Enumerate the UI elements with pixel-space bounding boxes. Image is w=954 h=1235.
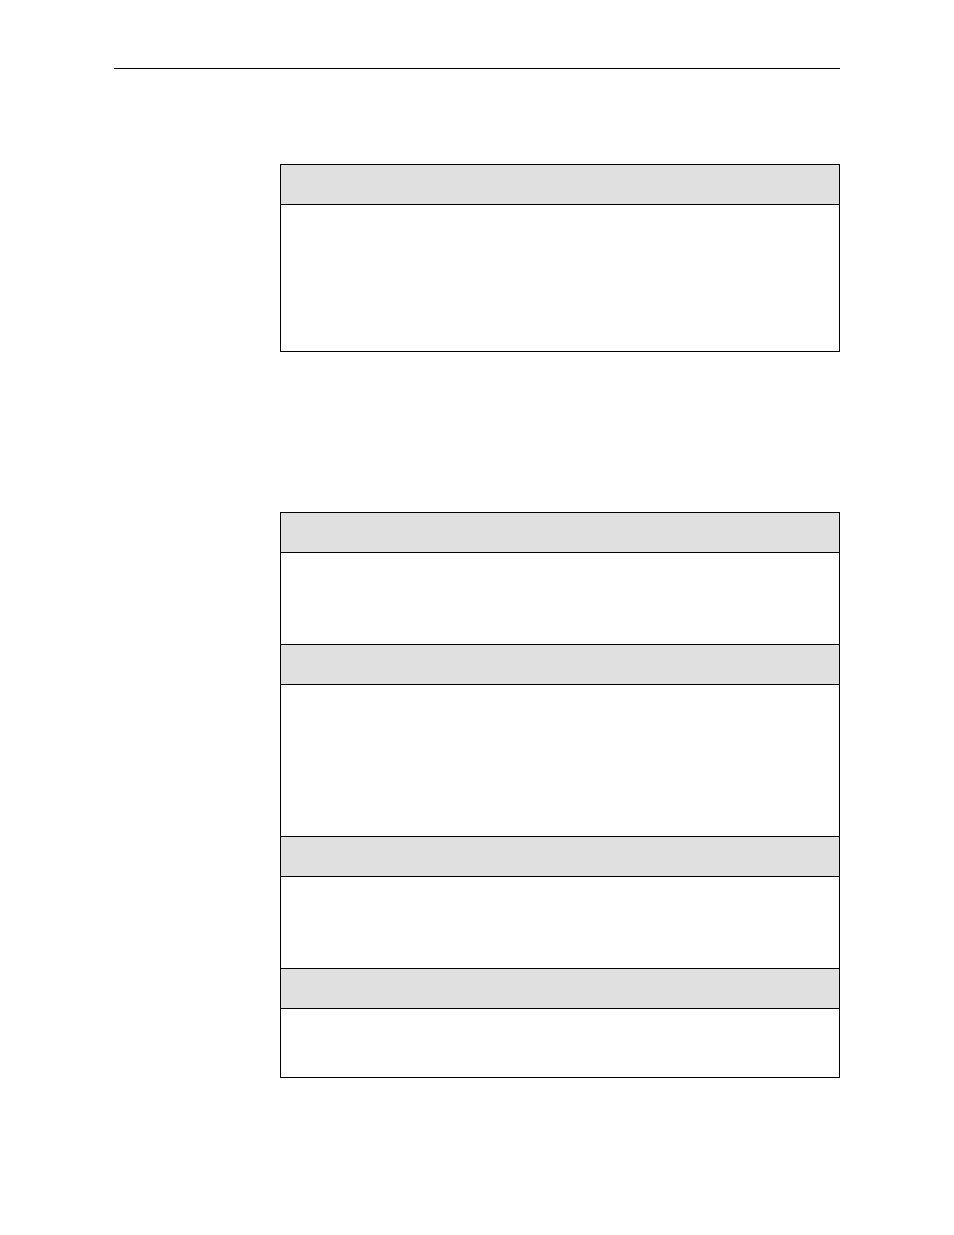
section-2: [114, 512, 840, 1078]
table-2-body-2: [281, 685, 839, 837]
table-2: [280, 512, 840, 1078]
table-2-header-2: [281, 645, 839, 685]
table-2-header-4: [281, 969, 839, 1009]
document-page: [0, 0, 954, 1235]
table-2-header-1: [281, 513, 839, 553]
table-1: [280, 164, 840, 352]
table-2-body-4: [281, 1009, 839, 1077]
table-2-body-3: [281, 877, 839, 969]
table-1-header: [281, 165, 839, 205]
table-2-body-1: [281, 553, 839, 645]
section-1: [114, 164, 840, 352]
table-2-header-3: [281, 837, 839, 877]
table-1-body: [281, 205, 839, 351]
header-rule: [114, 68, 840, 69]
